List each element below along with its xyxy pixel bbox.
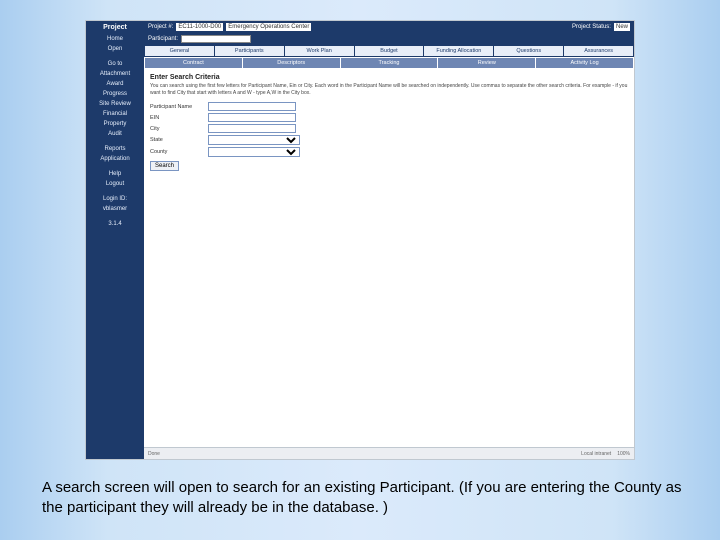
status-left: Done [148,451,160,457]
status-intranet: Local intranet [581,451,611,457]
sidebar-item-attachment[interactable]: Attachment [86,69,144,79]
tab-budget[interactable]: Budget [355,45,425,57]
sidebar-item-financial[interactable]: Financial [86,109,144,119]
sidebar-item-progress[interactable]: Progress [86,89,144,99]
status-zoom: 100% [617,451,630,457]
label-county: County [150,149,208,155]
sidebar-login-value: vblasmer [86,204,144,214]
project-name-value: Emergency Operations Center [226,23,311,31]
slide-caption: A search screen will open to search for … [42,478,682,519]
label-state: State [150,137,208,143]
sidebar-item-home[interactable]: Home [86,34,144,44]
sidebar-version: 3.1.4 [86,219,144,229]
tab-assurances[interactable]: Assurances [564,45,634,57]
sidebar-login-label: Login ID: [86,194,144,204]
participant-label: Participant: [148,36,178,42]
project-header-bar: Project #: EC11-1000-D00 Emergency Opera… [144,21,634,33]
select-county[interactable] [208,147,300,157]
tab-questions[interactable]: Questions [494,45,564,57]
search-button[interactable]: Search [150,161,179,171]
sidebar-item-application[interactable]: Application [86,154,144,164]
search-panel-desc: You can search using the first few lette… [150,83,628,96]
participant-input[interactable] [181,35,251,43]
app-window: Project Home Open Go to Attachment Award… [85,20,635,460]
sidebar-item-goto[interactable]: Go to [86,59,144,69]
sidebar-item-property[interactable]: Property [86,119,144,129]
sidebar-item-audit[interactable]: Audit [86,129,144,139]
sidebar: Project Home Open Go to Attachment Award… [86,21,144,459]
search-panel-title: Enter Search Criteria [150,74,628,81]
tab-general[interactable]: General [144,45,215,57]
sidebar-header: Project [86,21,144,34]
sidebar-item-open[interactable]: Open [86,44,144,54]
sidebar-item-reports[interactable]: Reports [86,144,144,154]
tab-descriptors[interactable]: Descriptors [243,57,341,69]
input-ein[interactable] [208,113,296,122]
select-state[interactable] [208,135,300,145]
tab-review[interactable]: Review [438,57,536,69]
project-status-value: New [614,23,630,31]
label-city: City [150,126,208,132]
tab-funding-allocation[interactable]: Funding Allocation [424,45,494,57]
tab-tracking[interactable]: Tracking [341,57,439,69]
project-status-label: Project Status: [572,24,611,30]
label-ein: EIN [150,115,208,121]
input-city[interactable] [208,124,296,133]
tab-row-2: Contract Descriptors Tracking Review Act… [144,57,634,69]
sidebar-item-logout[interactable]: Logout [86,179,144,189]
project-num-value: EC11-1000-D00 [176,23,223,31]
label-participant-name: Participant Name [150,104,208,110]
search-panel: Enter Search Criteria You can search usi… [144,69,634,176]
participant-bar: Participant: [144,33,634,45]
tab-row-1: General Participants Work Plan Budget Fu… [144,45,634,57]
tab-participants[interactable]: Participants [215,45,285,57]
tab-contract[interactable]: Contract [144,57,243,69]
sidebar-item-site-review[interactable]: Site Review [86,99,144,109]
sidebar-item-award[interactable]: Award [86,79,144,89]
tab-work-plan[interactable]: Work Plan [285,45,355,57]
main-area: Project #: EC11-1000-D00 Emergency Opera… [144,21,634,459]
input-participant-name[interactable] [208,102,296,111]
status-bar: Done Local intranet 100% [144,447,634,459]
tab-activity-log[interactable]: Activity Log [536,57,634,69]
sidebar-item-help[interactable]: Help [86,169,144,179]
project-num-label: Project #: [148,24,173,30]
